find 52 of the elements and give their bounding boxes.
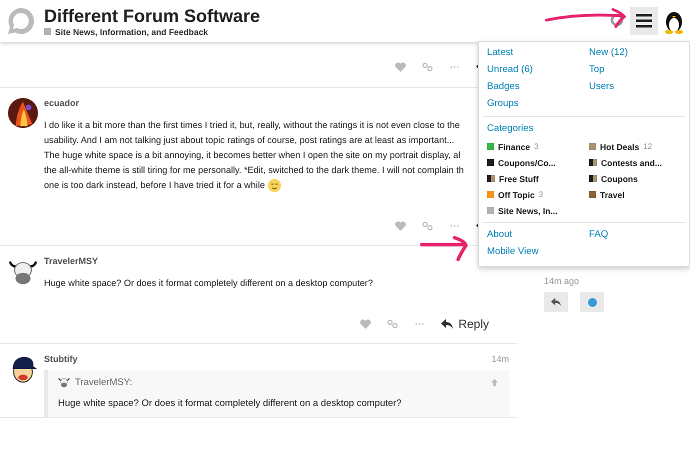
menu-link[interactable]: Top (589, 63, 687, 77)
user-avatar[interactable] (8, 98, 38, 128)
category-swatch (44, 28, 51, 35)
username[interactable]: Stubtify (44, 354, 78, 364)
menu-link[interactable]: Users (589, 80, 687, 94)
reply-icon (440, 318, 454, 330)
category-link[interactable]: Free Stuff (499, 174, 539, 184)
username[interactable]: ecuador (44, 98, 80, 108)
topic-count: 12 (643, 142, 652, 151)
notification-button[interactable] (580, 292, 604, 312)
category-link[interactable]: Off Topic (498, 190, 535, 200)
user-avatar (58, 376, 70, 388)
menu-link[interactable]: Badges (487, 80, 589, 94)
dot-icon (588, 298, 596, 306)
category-link[interactable]: Site News, Information, and Feedback (55, 26, 208, 36)
quote-author: TravelerMSY: (75, 376, 134, 388)
heart-icon[interactable] (359, 318, 372, 330)
link-icon[interactable] (421, 220, 434, 232)
quote-text: Huge white space? Or does it format completely different on a desktop computer? (58, 398, 403, 409)
reply-icon (550, 297, 562, 307)
menu-button[interactable] (630, 7, 658, 35)
arrow-up-icon[interactable] (490, 378, 499, 386)
menu-link[interactable]: Unread (6) (487, 63, 589, 77)
username[interactable]: TravelerMSY (44, 256, 98, 266)
heart-icon[interactable] (394, 220, 407, 232)
menu-link[interactable]: FAQ (589, 228, 687, 242)
logo-icon[interactable] (6, 6, 36, 36)
timeline-time: 14m ago (544, 276, 580, 286)
category-link[interactable]: Coupons/Co... (498, 158, 556, 168)
category-link[interactable]: Hot Deals (600, 142, 640, 152)
menu-link[interactable]: Mobile View (487, 245, 589, 259)
menu-link[interactable]: New (12) (589, 46, 687, 60)
category-link[interactable]: Coupons (601, 174, 638, 184)
reply-button[interactable] (544, 292, 568, 312)
menu-link[interactable]: About (487, 228, 589, 242)
link-icon[interactable] (421, 61, 434, 73)
post-text: Huge white space? Or does it format completely different on a desktop computer? (44, 277, 374, 290)
topic-count: 3 (538, 190, 544, 199)
category-link[interactable]: Finance (498, 142, 530, 152)
site-title[interactable]: Different Forum Software (44, 6, 610, 26)
reply-button[interactable]: Reply (440, 317, 489, 331)
search-icon[interactable] (610, 13, 626, 29)
menu-link[interactable]: Latest (487, 46, 589, 60)
category-link[interactable]: Contests and... (601, 158, 662, 168)
topic-count: 3 (534, 142, 539, 151)
categories-link[interactable]: Categories (487, 122, 681, 136)
category-link[interactable]: Site News, In... (498, 206, 558, 216)
link-icon[interactable] (386, 318, 400, 330)
menu-link[interactable]: Groups (487, 97, 589, 111)
menu-icon (636, 14, 652, 28)
heart-icon[interactable] (394, 61, 407, 73)
category-link[interactable]: Travel (600, 190, 625, 200)
